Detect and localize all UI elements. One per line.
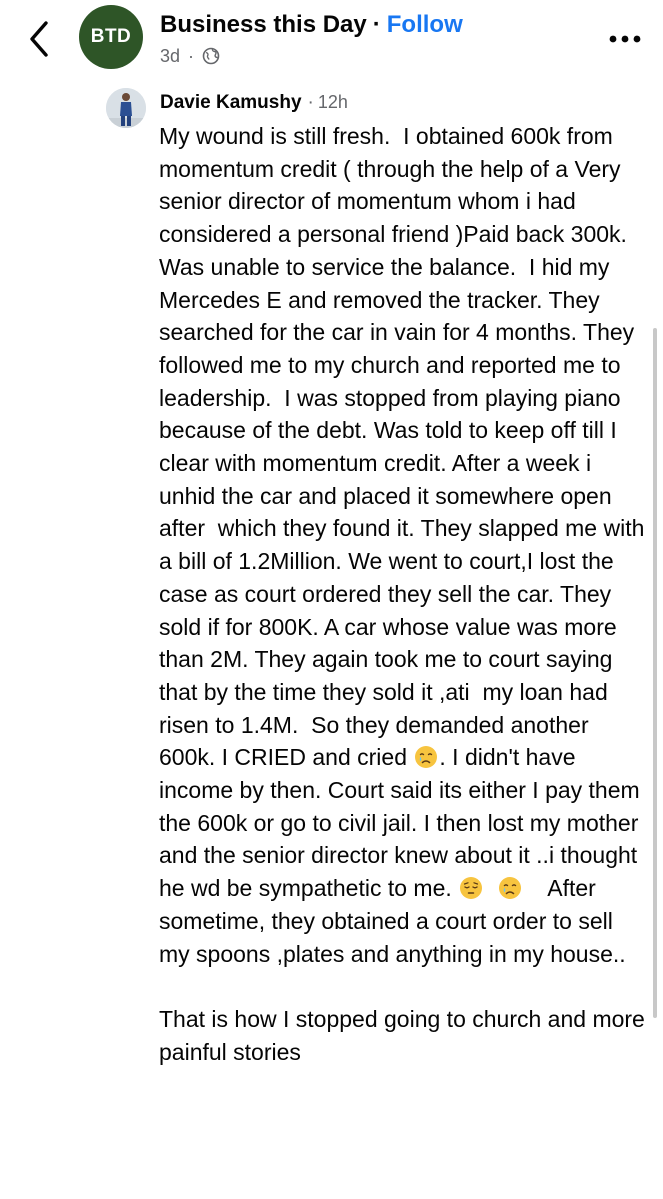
page-avatar[interactable]: BTD [79, 5, 143, 69]
follow-button[interactable]: Follow [387, 11, 463, 38]
pensive-face-emoji-icon [460, 877, 483, 900]
meta-separator: · [188, 45, 195, 66]
more-options-icon[interactable] [608, 34, 642, 44]
comment-separator: · [307, 92, 314, 113]
page-title-row: Business this Day · Follow [160, 11, 463, 39]
comment-text-part-1: My wound is still fresh. I obtained 600k… [159, 123, 651, 771]
commenter-avatar[interactable] [106, 88, 146, 128]
comment-text-part-3: After sometime, they obtained a court or… [159, 875, 645, 1065]
globe-icon [202, 47, 220, 65]
back-arrow-icon[interactable] [22, 16, 56, 62]
comment-time[interactable]: 12h [318, 92, 348, 112]
commenter-name[interactable]: Davie Kamushy [160, 92, 302, 113]
comment-text: My wound is still fresh. I obtained 600k… [159, 120, 649, 1068]
post-header: BTD Business this Day · Follow 3d · [0, 0, 663, 80]
page-name[interactable]: Business this Day [160, 11, 367, 38]
post-age[interactable]: 3d [160, 46, 180, 67]
crying-face-emoji-icon [415, 746, 438, 769]
scrollbar[interactable] [653, 328, 657, 1018]
crying-face-emoji-icon [498, 877, 521, 900]
comment-header: Davie Kamushy · 12h [160, 92, 348, 114]
post-meta: 3d · [160, 44, 220, 68]
title-separator: · [372, 11, 381, 38]
